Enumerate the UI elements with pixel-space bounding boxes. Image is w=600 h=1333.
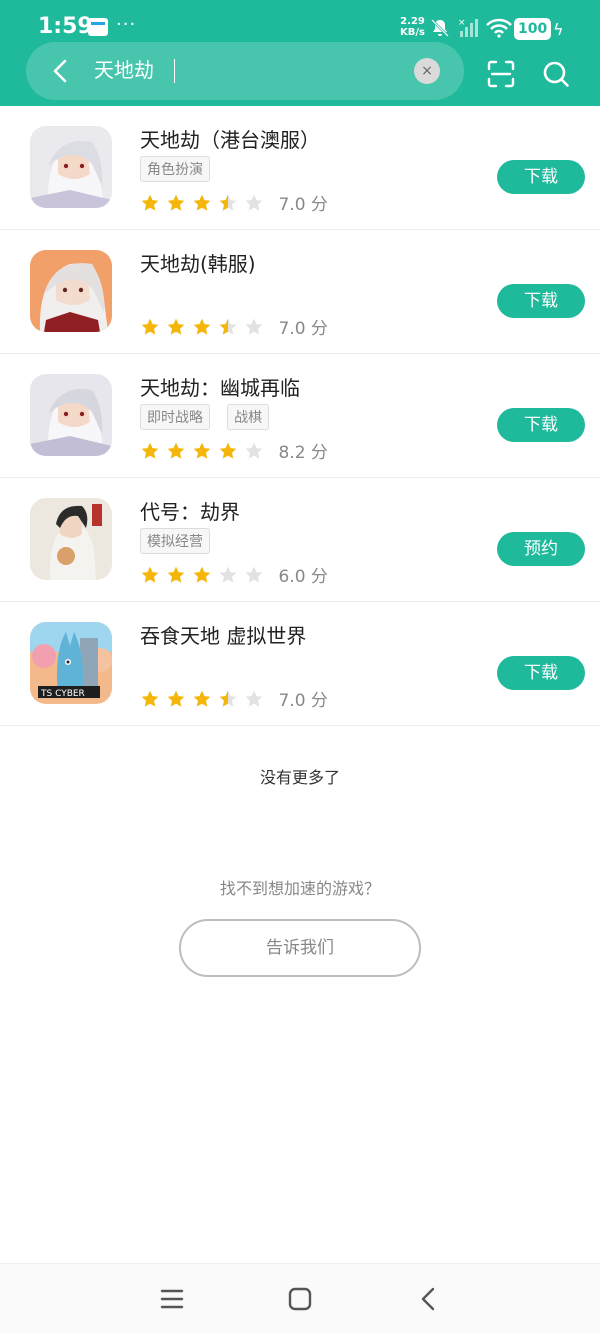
network-speed-value: 2.29 <box>400 16 425 27</box>
star-empty-icon <box>246 194 263 211</box>
top-bar: 1:59 ··· 2.29 KB/s × 100 ϟ 天地劫 × <box>0 0 600 106</box>
status-time: 1:59 <box>38 14 93 39</box>
star-icon <box>167 442 185 459</box>
game-icon <box>30 374 112 456</box>
result-item[interactable]: 天地劫(韩服) 7.0 分 下载 <box>0 230 600 354</box>
cannot-find-text: 找不到想加速的游戏？ <box>219 879 380 898</box>
star-icon <box>167 566 185 583</box>
search-icon[interactable] <box>542 60 570 88</box>
game-icon <box>30 250 112 332</box>
star-icon <box>167 194 185 211</box>
star-icon <box>141 442 159 459</box>
star-icon <box>141 318 159 335</box>
back-arrow-icon[interactable] <box>46 56 76 86</box>
game-name: 代号：劫界 <box>140 500 240 524</box>
result-item[interactable]: 代号：劫界 模拟经营 6.0 分 预约 <box>0 478 600 602</box>
game-icon <box>30 498 112 580</box>
search-results-list: 天地劫（港台澳服） 角色扮演 7.0 分 下载 天地劫(韩服) 7.0 分 下载… <box>0 106 600 726</box>
game-tag: 模拟经营 <box>140 528 210 554</box>
signal-icon: × <box>458 18 478 37</box>
rating-score: 6.0 分 <box>278 567 328 587</box>
menu-icon[interactable] <box>160 1288 184 1310</box>
back-icon[interactable] <box>416 1286 440 1312</box>
home-icon[interactable] <box>288 1287 312 1311</box>
star-rating: 7.0 分 <box>140 314 328 339</box>
status-bar: 1:59 ··· 2.29 KB/s × 100 ϟ <box>0 0 600 44</box>
game-tag: 角色扮演 <box>140 156 210 182</box>
star-icon <box>193 690 211 707</box>
no-more-text: 没有更多了 <box>259 768 340 787</box>
game-icon: TS CYBER <box>30 622 112 704</box>
star-empty-icon <box>246 566 263 583</box>
game-tag: 战棋 <box>227 404 270 430</box>
text-cursor <box>174 59 175 83</box>
star-half-icon <box>219 194 237 211</box>
star-icon <box>193 194 211 211</box>
star-empty-icon <box>246 318 263 335</box>
star-half-icon <box>219 318 237 335</box>
bell-muted-icon <box>431 19 449 37</box>
search-input[interactable] <box>94 57 414 80</box>
clear-search-button[interactable]: × <box>414 58 440 84</box>
star-half-icon <box>219 690 237 707</box>
star-empty-icon <box>246 442 263 459</box>
rating-score: 7.0 分 <box>278 691 328 711</box>
result-item[interactable]: 天地劫：幽城再临 即时战略 战棋 8.2 分 下载 <box>0 354 600 478</box>
network-speed: 2.29 KB/s <box>400 16 425 38</box>
icon-logo-text: TS CYBER <box>40 689 85 699</box>
download-button[interactable]: 下载 <box>497 656 585 690</box>
game-name: 天地劫(韩服) <box>140 252 256 276</box>
game-name: 天地劫：幽城再临 <box>140 376 300 400</box>
game-icon <box>30 126 112 208</box>
download-button[interactable]: 下载 <box>497 408 585 442</box>
game-name: 吞食天地 虚拟世界 <box>140 624 307 648</box>
tell-us-button[interactable]: 告诉我们 <box>179 919 421 977</box>
star-rating: 7.0 分 <box>140 190 328 215</box>
star-empty-icon <box>246 690 263 707</box>
download-button[interactable]: 下载 <box>497 160 585 194</box>
battery-level: 100 <box>514 18 552 40</box>
game-name: 天地劫（港台澳服） <box>140 128 320 152</box>
star-empty-icon <box>219 566 237 583</box>
star-icon <box>219 442 237 459</box>
wifi-icon <box>486 18 512 38</box>
star-icon <box>193 566 211 583</box>
star-icon <box>167 690 185 707</box>
reserve-button[interactable]: 预约 <box>497 532 585 566</box>
star-icon <box>167 318 185 335</box>
tag-list: 模拟经营 <box>140 528 222 554</box>
rating-score: 8.2 分 <box>278 443 328 463</box>
message-app-icon <box>88 18 108 36</box>
rating-score: 7.0 分 <box>278 319 328 339</box>
star-icon <box>141 690 159 707</box>
result-item[interactable]: TS CYBER 吞食天地 虚拟世界 7.0 分 下载 <box>0 602 600 726</box>
star-rating: 8.2 分 <box>140 438 328 463</box>
tag-list: 角色扮演 <box>140 156 222 182</box>
charging-icon: ϟ <box>553 20 564 39</box>
tag-list: 即时战略 战棋 <box>140 404 281 430</box>
star-icon <box>141 566 159 583</box>
rating-score: 7.0 分 <box>278 195 328 215</box>
star-rating: 6.0 分 <box>140 562 328 587</box>
result-item[interactable]: 天地劫（港台澳服） 角色扮演 7.0 分 下载 <box>0 106 600 230</box>
game-tag: 即时战略 <box>140 404 210 430</box>
more-notifications-icon: ··· <box>116 14 137 35</box>
star-icon <box>193 442 211 459</box>
star-rating: 7.0 分 <box>140 686 328 711</box>
svg-text:×: × <box>458 18 466 28</box>
system-nav-bar <box>0 1263 600 1333</box>
star-icon <box>141 194 159 211</box>
star-icon <box>193 318 211 335</box>
download-button[interactable]: 下载 <box>497 284 585 318</box>
network-speed-unit: KB/s <box>400 27 425 38</box>
search-bar: × <box>26 42 464 100</box>
scan-icon[interactable] <box>487 60 515 88</box>
